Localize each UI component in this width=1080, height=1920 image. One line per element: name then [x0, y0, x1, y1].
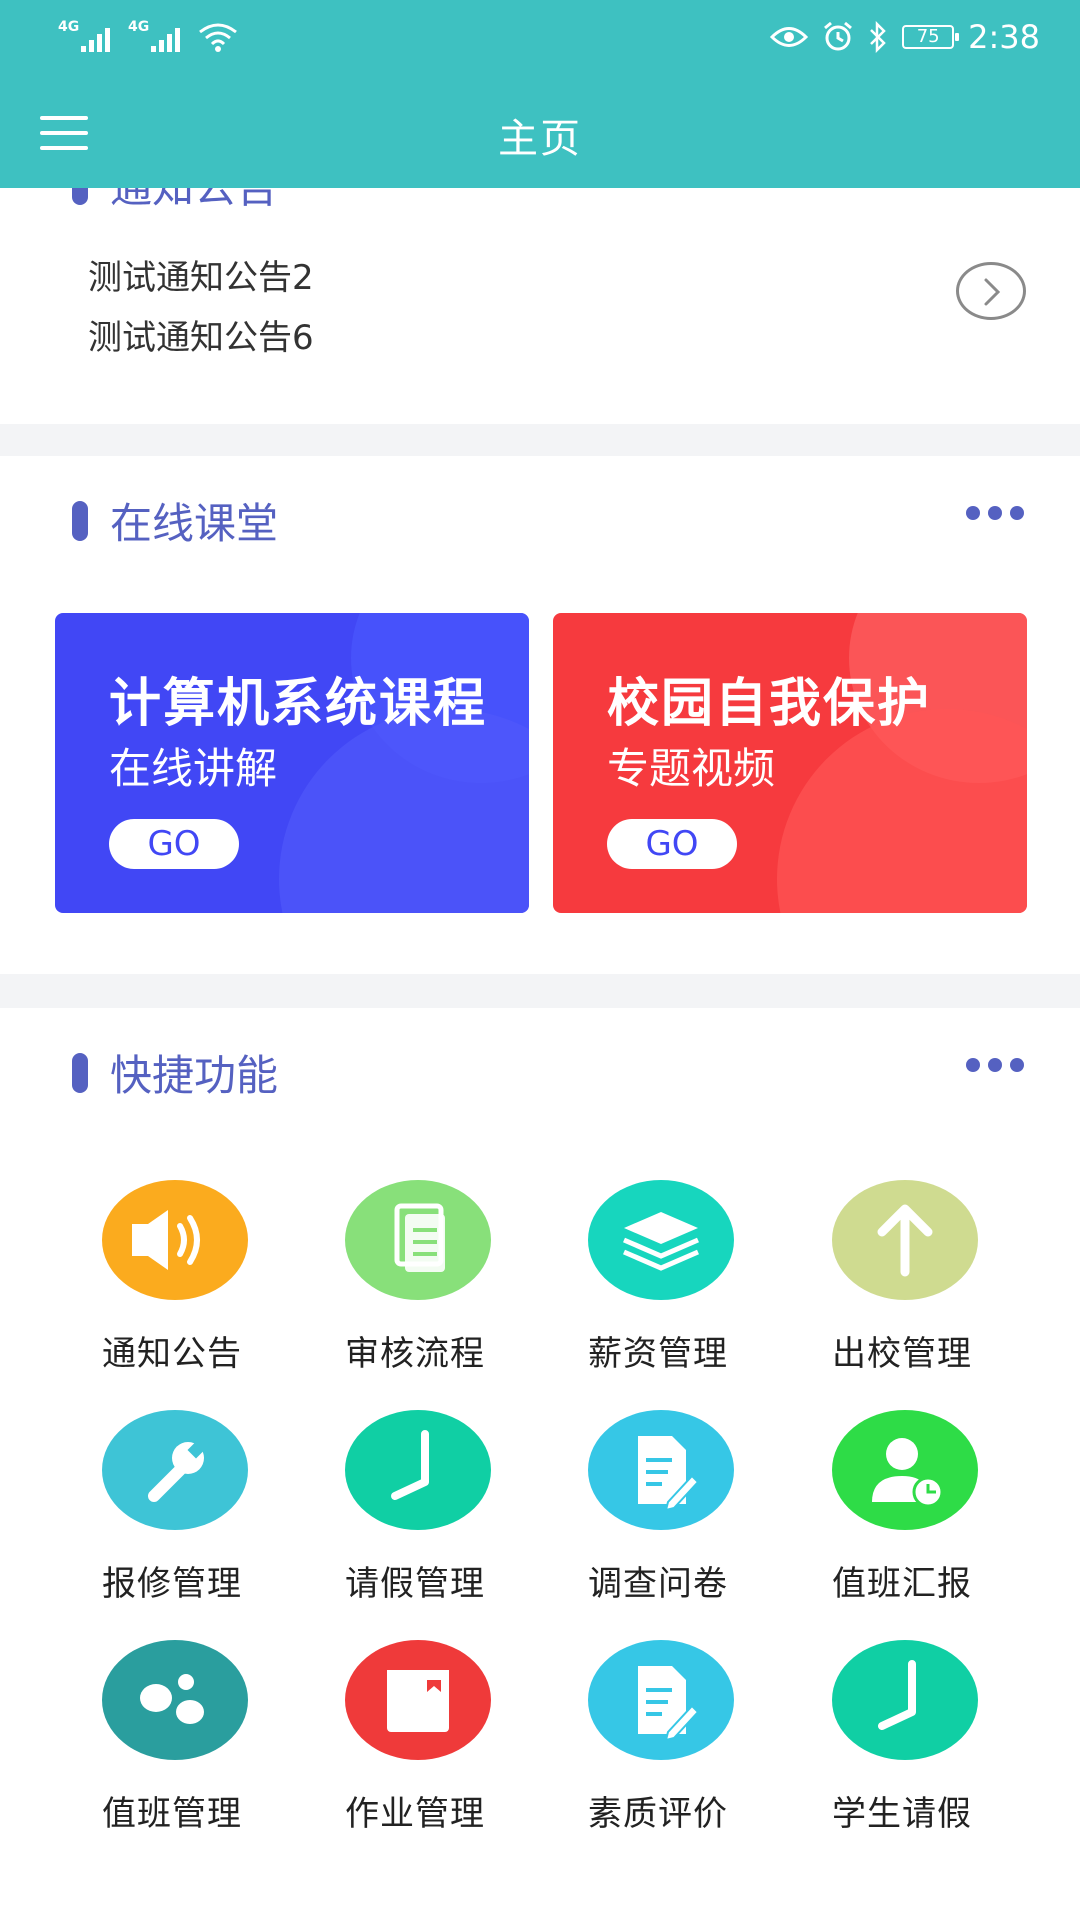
quick-item-label: 请假管理: [345, 1564, 485, 1604]
dots-icon: [102, 1640, 248, 1760]
quick-item-label: 通知公告: [102, 1334, 242, 1374]
battery-level: 75: [916, 26, 940, 47]
quick-functions-section: 快捷功能 通知公告 审核流程 薪资管理 出校管理 报修管理 请假管理 调查问卷 …: [0, 1008, 1080, 1920]
documents-icon: [345, 1180, 491, 1300]
go-button[interactable]: GO: [607, 819, 737, 869]
signal-icon: 4G: [128, 20, 180, 52]
quick-item-label: 薪资管理: [588, 1334, 728, 1374]
chevron-right-icon: [984, 278, 1001, 306]
quick-item-review[interactable]: 审核流程: [293, 1180, 537, 1380]
quick-item-label: 学生请假: [832, 1794, 972, 1834]
signal-icon: 4G: [58, 20, 110, 52]
quick-item-duty-report[interactable]: 值班汇报: [780, 1410, 1024, 1610]
notice-item[interactable]: 测试通知公告2: [88, 250, 314, 299]
more-icon[interactable]: [966, 1058, 1024, 1072]
quick-item-notice[interactable]: 通知公告: [50, 1180, 294, 1380]
section-title: 在线课堂: [110, 499, 279, 548]
course-banner-computer[interactable]: 计算机系统课程 在线讲解 GO: [55, 613, 529, 913]
bluetooth-icon: [870, 21, 886, 53]
eye-icon: [770, 27, 809, 47]
section-title: 通知公告: [110, 188, 278, 215]
go-button[interactable]: GO: [109, 819, 239, 869]
section-header: 通知公告: [72, 188, 278, 215]
section-title: 快捷功能: [110, 1051, 279, 1100]
page-title: 主页: [498, 116, 582, 162]
clock-icon: [345, 1410, 491, 1530]
notice-item[interactable]: 测试通知公告6: [88, 310, 314, 359]
quick-item-label: 值班管理: [102, 1794, 242, 1834]
section-marker: [72, 1052, 88, 1093]
notice-more-button[interactable]: [956, 262, 1026, 320]
quick-item-leave[interactable]: 请假管理: [293, 1410, 537, 1610]
banner-title: 计算机系统课程: [109, 674, 488, 734]
alarm-icon: [824, 21, 853, 51]
quick-item-duty-manage[interactable]: 值班管理: [50, 1640, 294, 1840]
more-icon[interactable]: [966, 506, 1024, 520]
online-class-section: 在线课堂 计算机系统课程 在线讲解 GO 校园自我保护 专题视频 GO: [0, 456, 1080, 974]
banner-subtitle: 专题视频: [607, 744, 776, 793]
banner-subtitle: 在线讲解: [109, 744, 278, 793]
quick-item-student-leave[interactable]: 学生请假: [780, 1640, 1024, 1840]
clock-icon: [832, 1640, 978, 1760]
quick-item-leave-school[interactable]: 出校管理: [780, 1180, 1024, 1380]
edit-document-icon: [588, 1640, 734, 1760]
quick-item-label: 报修管理: [102, 1564, 242, 1604]
layers-icon: [588, 1180, 734, 1300]
quick-item-label: 作业管理: [345, 1794, 485, 1834]
battery-icon: 75: [902, 25, 960, 49]
edit-document-icon: [588, 1410, 734, 1530]
status-bar: 4G 4G 75 2:38: [0, 0, 1080, 78]
quick-item-survey[interactable]: 调查问卷: [536, 1410, 780, 1610]
network-type: 4G: [58, 19, 80, 35]
speaker-icon: [102, 1180, 248, 1300]
quick-item-homework[interactable]: 作业管理: [293, 1640, 537, 1840]
section-header: 在线课堂: [72, 490, 278, 551]
clock-time: 2:38: [968, 18, 1040, 56]
quick-item-label: 审核流程: [345, 1334, 485, 1374]
notebook-icon: [345, 1640, 491, 1760]
quick-item-salary[interactable]: 薪资管理: [536, 1180, 780, 1380]
wifi-icon: [199, 23, 237, 52]
quick-item-label: 调查问卷: [588, 1564, 728, 1604]
course-banner-campus-safety[interactable]: 校园自我保护 专题视频 GO: [553, 613, 1027, 913]
quick-item-evaluation[interactable]: 素质评价: [536, 1640, 780, 1840]
notice-section: 通知公告 测试通知公告2 测试通知公告6: [0, 188, 1080, 424]
quick-item-label: 出校管理: [832, 1334, 972, 1374]
arrow-up-icon: [832, 1180, 978, 1300]
section-marker: [72, 500, 88, 541]
network-type: 4G: [128, 19, 150, 35]
wrench-icon: [102, 1410, 248, 1530]
user-clock-icon: [832, 1410, 978, 1530]
quick-item-label: 素质评价: [588, 1794, 728, 1834]
banner-title: 校园自我保护: [607, 674, 932, 734]
quick-item-label: 值班汇报: [832, 1564, 972, 1604]
top-navigation-bar: 主页: [0, 78, 1080, 188]
section-marker: [72, 188, 88, 205]
quick-item-repair[interactable]: 报修管理: [50, 1410, 294, 1610]
section-header: 快捷功能: [72, 1042, 278, 1103]
